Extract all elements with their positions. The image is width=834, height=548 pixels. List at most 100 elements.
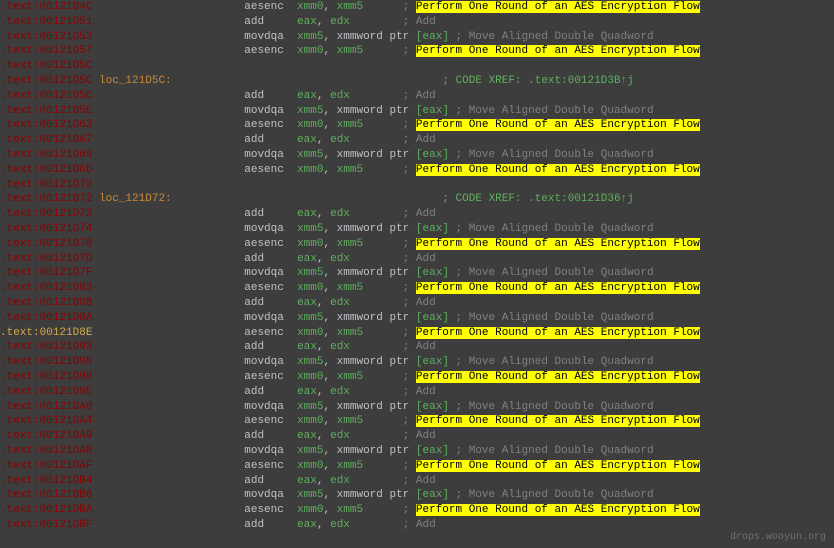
disasm-line[interactable]: .text:00121D7D add eax, edx ; Add: [0, 252, 834, 267]
bracket: [: [416, 149, 423, 161]
register: xmm0: [297, 282, 323, 294]
mnemonic: movdqa: [244, 445, 284, 457]
disasm-line[interactable]: .text:00121DBA aesenc xmm0, xmm5 ; Perfo…: [0, 503, 834, 518]
aes-comment-highlight: Perform One Round of an AES Encryption F…: [416, 371, 700, 383]
operand-text: xmmword ptr: [337, 31, 416, 43]
address: .text:00121DA9: [0, 430, 92, 442]
disasm-line[interactable]: .text:00121D8A movdqa xmm5, xmmword ptr …: [0, 311, 834, 326]
comment-sep: ;: [449, 445, 469, 457]
disasm-line[interactable]: .text:00121D8E aesenc xmm0, xmm5 ; Perfo…: [0, 326, 834, 341]
mnemonic: aesenc: [244, 504, 284, 516]
comment-sep: ;: [363, 164, 416, 176]
disasm-line[interactable]: .text:00121DB6 movdqa xmm5, xmmword ptr …: [0, 488, 834, 503]
disasm-line[interactable]: .text:00121D67 add eax, edx ; Add: [0, 133, 834, 148]
register: eax: [423, 267, 443, 279]
register: xmm0: [297, 1, 323, 13]
comment-sep: ;: [449, 401, 469, 413]
address: .text:00121D5C: [0, 90, 92, 102]
mnemonic: aesenc: [244, 238, 284, 250]
operand-text: ,: [323, 164, 336, 176]
disasm-line[interactable]: .text:00121DA0 movdqa xmm5, xmmword ptr …: [0, 400, 834, 415]
loc-label[interactable]: loc_121D72:: [99, 193, 172, 205]
disasm-line[interactable]: .text:00121D7F movdqa xmm5, xmmword ptr …: [0, 266, 834, 281]
register: xmm5: [337, 238, 363, 250]
register: xmm0: [297, 415, 323, 427]
disasm-line[interactable]: .text:00121D6D aesenc xmm0, xmm5 ; Perfo…: [0, 163, 834, 178]
register: eax: [423, 223, 443, 235]
register: edx: [330, 208, 350, 220]
disasm-line[interactable]: .text:00121D9E add eax, edx ; Add: [0, 385, 834, 400]
address: .text:00121D5E: [0, 105, 92, 117]
disasm-line[interactable]: .text:00121D53 movdqa xmm5, xmmword ptr …: [0, 30, 834, 45]
bracket: [: [416, 401, 423, 413]
disasm-line[interactable]: .text:00121D78 aesenc xmm0, xmm5 ; Perfo…: [0, 237, 834, 252]
disasm-line[interactable]: .text:00121D72: [0, 178, 834, 193]
disasm-line[interactable]: .text:00121D72 loc_121D72: ; CODE XREF: …: [0, 192, 834, 207]
register: edx: [330, 134, 350, 146]
register: eax: [297, 253, 317, 265]
code-xref[interactable]: ; CODE XREF: .text:00121D3B↑j: [442, 75, 633, 87]
disasm-line[interactable]: .text:00121D72 add eax, edx ; Add: [0, 207, 834, 222]
disasm-line[interactable]: .text:00121DAB movdqa xmm5, xmmword ptr …: [0, 444, 834, 459]
register: eax: [297, 297, 317, 309]
register: xmm5: [337, 119, 363, 131]
disasm-line[interactable]: .text:00121D95 movdqa xmm5, xmmword ptr …: [0, 355, 834, 370]
address: .text:00121DA0: [0, 401, 92, 413]
comment-sep: ;: [350, 253, 416, 265]
operand-text: ,: [317, 341, 330, 353]
code-xref[interactable]: ; CODE XREF: .text:00121D36↑j: [442, 193, 633, 205]
comment: Add: [416, 134, 436, 146]
register: eax: [297, 430, 317, 442]
register: xmm5: [297, 223, 323, 235]
aes-comment-highlight: Perform One Round of an AES Encryption F…: [416, 164, 700, 176]
disasm-line[interactable]: .text:00121DB4 add eax, edx ; Add: [0, 474, 834, 489]
address: .text:00121D72: [0, 179, 92, 191]
disasm-line[interactable]: .text:00121D93 add eax, edx ; Add: [0, 340, 834, 355]
disasm-line[interactable]: .text:00121D83 aesenc xmm0, xmm5 ; Perfo…: [0, 281, 834, 296]
comment-sep: ;: [363, 415, 416, 427]
comment-sep: ;: [350, 16, 416, 28]
address: .text:00121DB6: [0, 489, 92, 501]
disasm-line[interactable]: .text:00121D5C: [0, 59, 834, 74]
comment-sep: ;: [350, 430, 416, 442]
comment-sep: ;: [449, 312, 469, 324]
address: .text:00121D72: [0, 208, 92, 220]
disasm-line[interactable]: .text:00121D57 aesenc xmm0, xmm5 ; Perfo…: [0, 44, 834, 59]
comment: Add: [416, 341, 436, 353]
disasm-line[interactable]: .text:00121DA4 aesenc xmm0, xmm5 ; Perfo…: [0, 414, 834, 429]
operand-text: ,: [317, 90, 330, 102]
disasm-line[interactable]: .text:00121D5C loc_121D5C: ; CODE XREF: …: [0, 74, 834, 89]
disasm-line[interactable]: .text:00121D69 movdqa xmm5, xmmword ptr …: [0, 148, 834, 163]
comment-sep: ;: [363, 282, 416, 294]
address: .text:00121D5C: [0, 60, 92, 72]
disasm-line[interactable]: .text:00121D51 add eax, edx ; Add: [0, 15, 834, 30]
address: .text:00121D62: [0, 119, 92, 131]
loc-label[interactable]: loc_121D5C:: [99, 75, 172, 87]
address: .text:00121D51: [0, 16, 92, 28]
disasm-line[interactable]: .text:00121D74 movdqa xmm5, xmmword ptr …: [0, 222, 834, 237]
disasm-line[interactable]: .text:00121D62 aesenc xmm0, xmm5 ; Perfo…: [0, 118, 834, 133]
address: .text:00121D9E: [0, 386, 92, 398]
mnemonic: add: [244, 475, 264, 487]
mnemonic: movdqa: [244, 31, 284, 43]
operand-text: ,: [323, 356, 336, 368]
disasm-line[interactable]: .text:00121D5C add eax, edx ; Add: [0, 89, 834, 104]
disasm-line[interactable]: .text:00121DBF add eax, edx ; Add: [0, 518, 834, 533]
comment: Add: [416, 430, 436, 442]
register: edx: [330, 16, 350, 28]
disasm-line[interactable]: .text:00121DAF aesenc xmm0, xmm5 ; Perfo…: [0, 459, 834, 474]
aes-comment-highlight: Perform One Round of an AES Encryption F…: [416, 119, 700, 131]
register: eax: [297, 341, 317, 353]
disasm-line[interactable]: .text:00121D4C aesenc xmm0, xmm5 ; Perfo…: [0, 0, 834, 15]
comment-sep: ;: [363, 460, 416, 472]
disasm-line[interactable]: .text:00121DA9 add eax, edx ; Add: [0, 429, 834, 444]
register: xmm0: [297, 327, 323, 339]
disasm-line[interactable]: .text:00121D88 add eax, edx ; Add: [0, 296, 834, 311]
bracket: ]: [442, 223, 449, 235]
address: .text:00121DBA: [0, 504, 92, 516]
disasm-line[interactable]: .text:00121D99 aesenc xmm0, xmm5 ; Perfo…: [0, 370, 834, 385]
disassembly-view[interactable]: .text:00121D4C aesenc xmm0, xmm5 ; Perfo…: [0, 0, 834, 533]
disasm-line[interactable]: .text:00121D5E movdqa xmm5, xmmword ptr …: [0, 104, 834, 119]
comment: Move Aligned Double Quadword: [469, 149, 654, 161]
bracket: ]: [442, 31, 449, 43]
